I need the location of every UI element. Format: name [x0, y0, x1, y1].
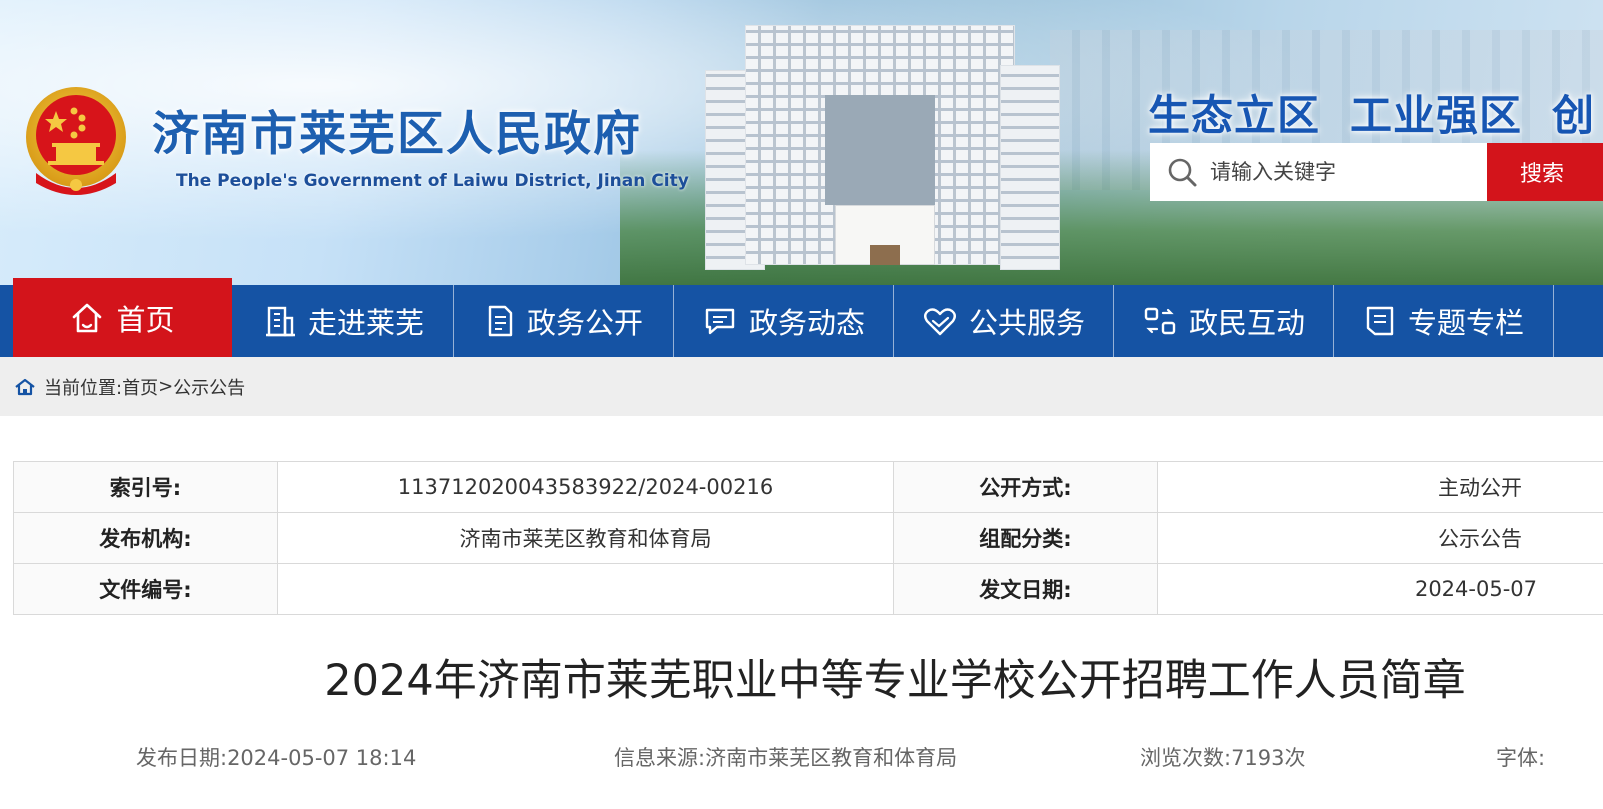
search-box — [1150, 143, 1488, 201]
index-label: 索引号: — [13, 461, 278, 513]
main-nav: 首页 走进莱芜 政务公开 政务动态 公共服务 政民互动 专题专栏 — [0, 278, 1603, 357]
open-method-label: 公开方式: — [893, 461, 1158, 513]
breadcrumb: 当前位置: 首页 > 公示公告 — [0, 357, 1603, 416]
nav-item-public-services[interactable]: 公共服务 — [895, 285, 1114, 357]
breadcrumb-prefix: 当前位置: — [44, 377, 123, 399]
nav-item-about-laiwu[interactable]: 走进莱芜 — [235, 285, 454, 357]
site-subtitle: The People's Government of Laiwu Distric… — [176, 171, 689, 191]
location-home-icon — [15, 378, 35, 395]
government-building-image — [705, 25, 1060, 280]
article-title: 2024年济南市莱芜职业中等专业学校公开招聘工作人员简章 — [324, 656, 1466, 706]
nav-item-public-interaction[interactable]: 政民互动 — [1115, 285, 1334, 357]
nav-label-gov-news: 政务动态 — [748, 306, 865, 340]
heart-hands-icon — [924, 308, 956, 336]
slogan-3: 创 — [1552, 91, 1596, 140]
nav-item-special-topics[interactable]: 专题专栏 — [1335, 285, 1554, 357]
article-source: 信息来源:济南市莱芜区教育和体育局 — [614, 746, 958, 770]
nav-item-gov-news[interactable]: 政务动态 — [675, 285, 894, 357]
category-label: 组配分类: — [893, 512, 1158, 564]
table-row: 文件编号: 发文日期: 2024-05-07 — [13, 563, 1603, 615]
publisher-value: 济南市莱芜区教育和体育局 — [277, 512, 894, 564]
banner-slogan: 生态立区 工业强区创 — [1148, 82, 1603, 143]
site-title: 济南市莱芜区人民政府 — [152, 107, 642, 162]
issue-date-value: 2024-05-07 — [1157, 563, 1603, 615]
slogan-1: 生态立区 — [1148, 91, 1321, 140]
search-input[interactable] — [1210, 143, 1480, 201]
index-value: 113712020043583922/2024-00216 — [277, 461, 894, 513]
nav-label-about-laiwu: 走进莱芜 — [307, 306, 424, 340]
doc-no-value — [277, 563, 894, 615]
interaction-icon — [1144, 307, 1176, 335]
article-views: 浏览次数:7193次 — [1140, 746, 1306, 770]
breadcrumb-home-link[interactable]: 首页 — [122, 374, 158, 400]
national-emblem-icon — [26, 87, 126, 195]
category-value: 公示公告 — [1157, 512, 1603, 564]
publisher-label: 发布机构: — [13, 512, 278, 564]
chat-icon — [705, 308, 735, 335]
doc-no-label: 文件编号: — [13, 563, 278, 615]
nav-item-gov-affairs-open[interactable]: 政务公开 — [455, 285, 674, 357]
home-icon — [73, 303, 102, 332]
font-size-label: 字体: — [1496, 746, 1546, 770]
list-icon — [1366, 306, 1394, 336]
table-row: 索引号: 113712020043583922/2024-00216 公开方式:… — [13, 461, 1603, 513]
nav-item-home[interactable]: 首页 — [13, 278, 232, 357]
building-icon — [265, 306, 295, 337]
nav-label-special-topics: 专题专栏 — [1407, 306, 1524, 340]
search-icon — [1168, 158, 1197, 187]
nav-label-public-services: 公共服务 — [968, 306, 1085, 340]
document-icon — [488, 305, 513, 337]
nav-label-home: 首页 — [116, 302, 175, 337]
slogan-2: 工业强区 — [1350, 91, 1523, 140]
open-method-value: 主动公开 — [1157, 461, 1603, 513]
article-publish-date: 发布日期:2024-05-07 18:14 — [136, 746, 417, 770]
breadcrumb-current-link[interactable]: 公示公告 — [173, 374, 245, 400]
search-button[interactable]: 搜索 — [1487, 143, 1603, 201]
table-row: 发布机构: 济南市莱芜区教育和体育局 组配分类: 公示公告 — [13, 512, 1603, 564]
nav-label-public-interaction: 政民互动 — [1188, 306, 1305, 340]
breadcrumb-separator: > — [158, 376, 174, 397]
document-meta-table: 索引号: 113712020043583922/2024-00216 公开方式:… — [13, 461, 1603, 615]
issue-date-label: 发文日期: — [893, 563, 1158, 615]
nav-label-gov-affairs-open: 政务公开 — [526, 306, 643, 340]
